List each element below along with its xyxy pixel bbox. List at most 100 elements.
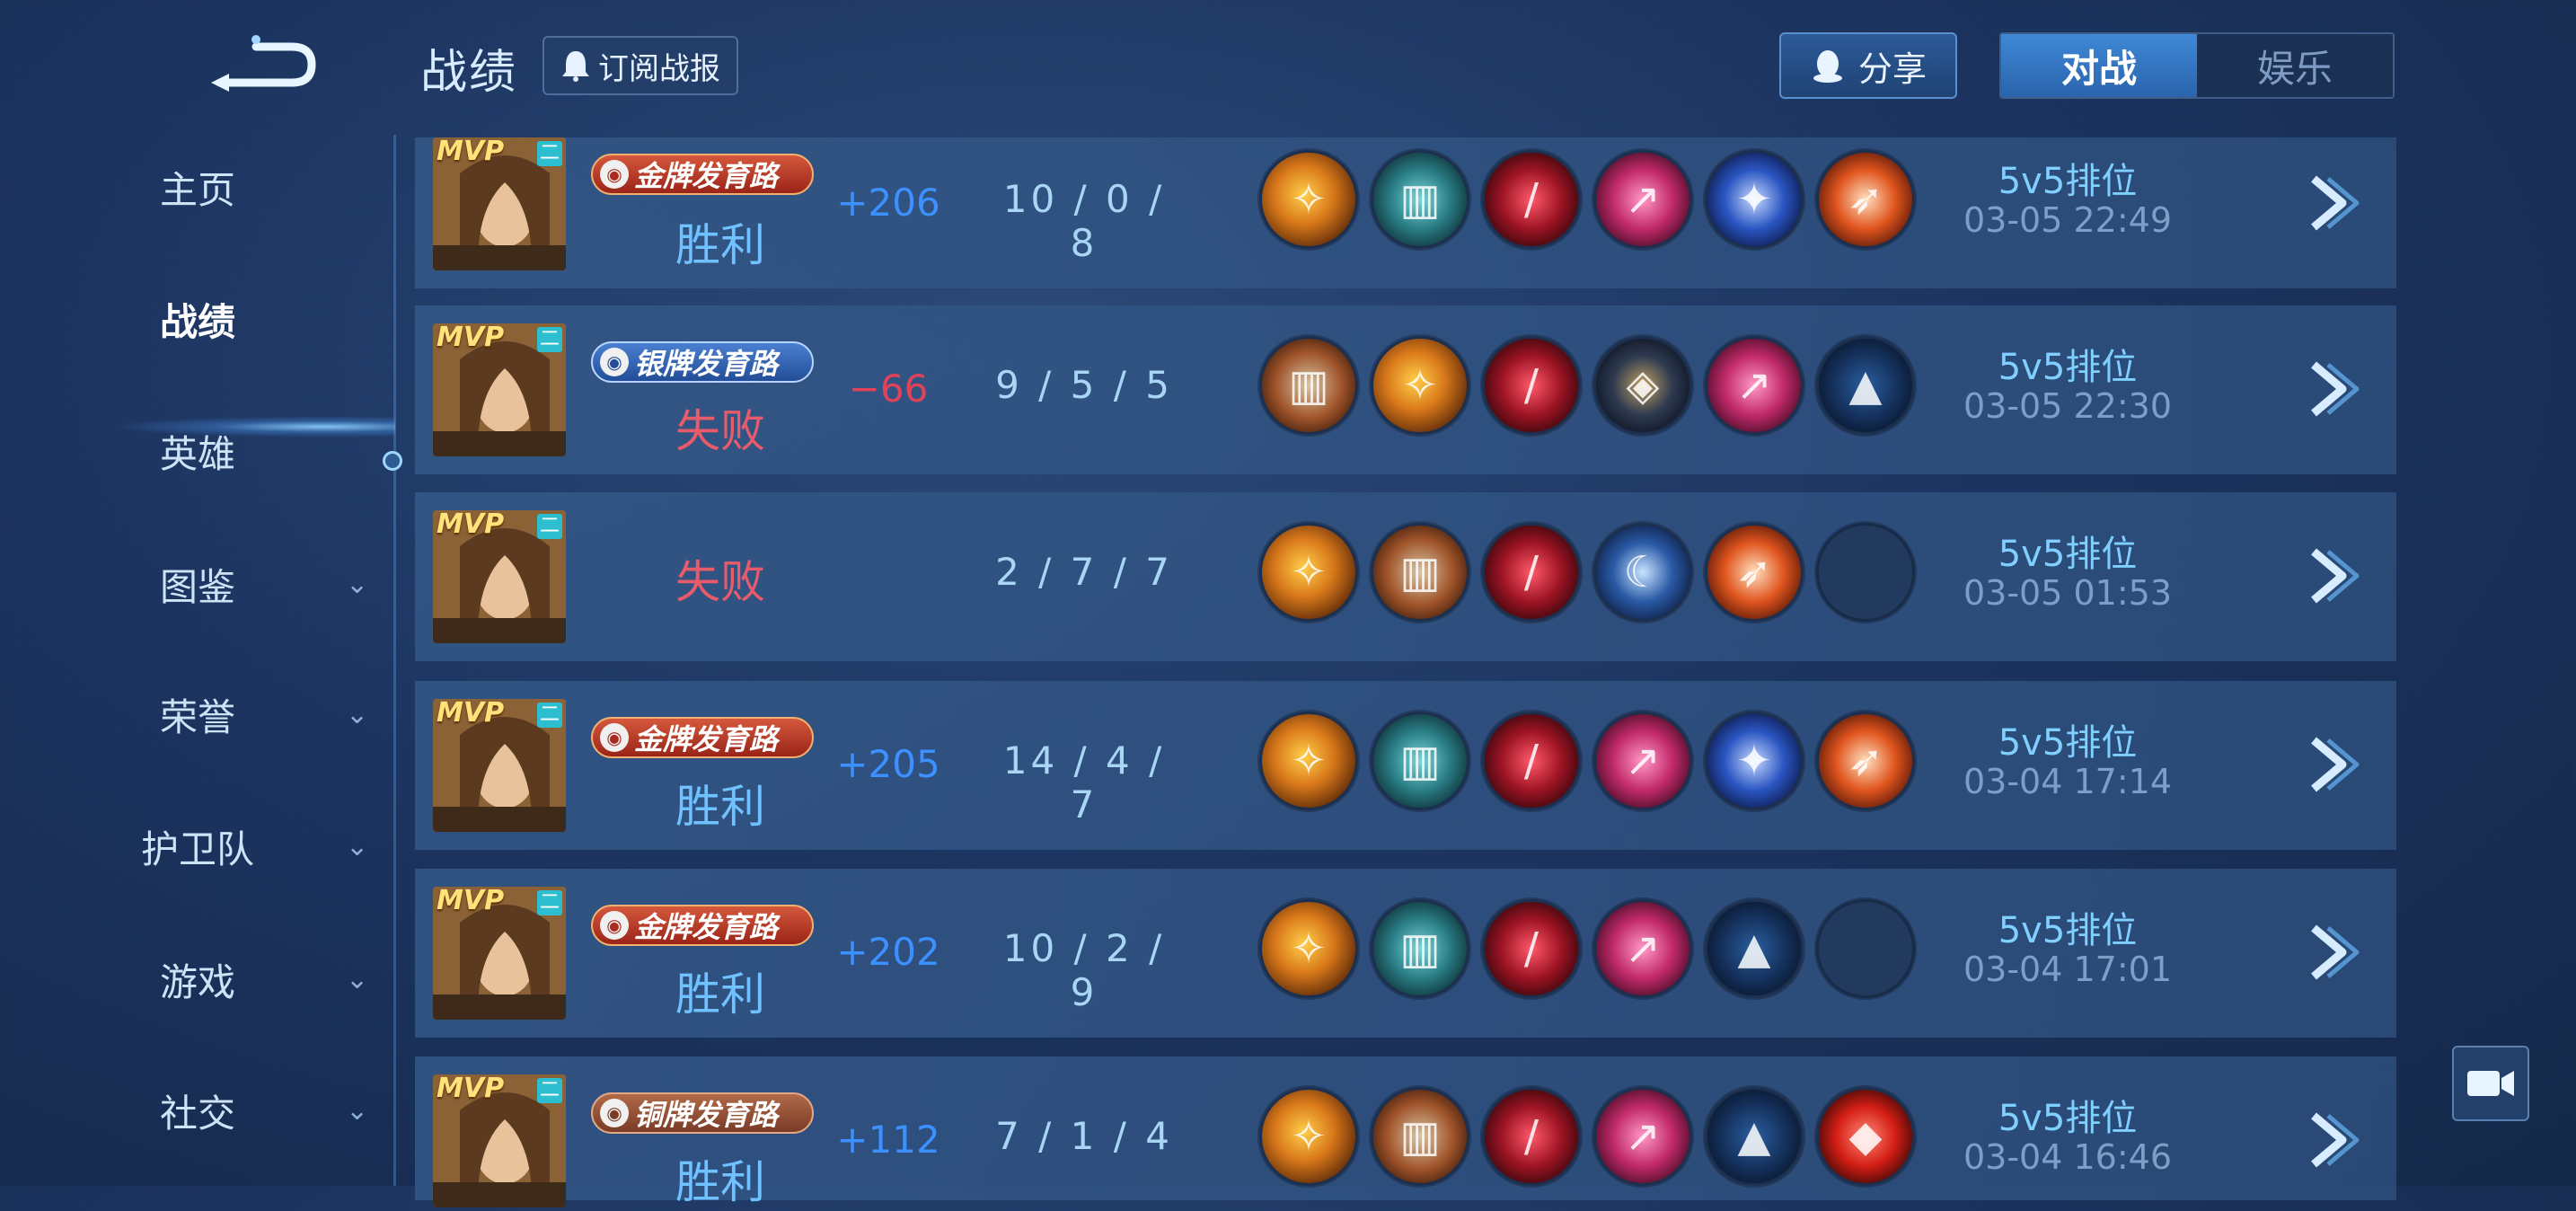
match-row[interactable]: MVP 二 ◉ 银牌发育路 失败 −66 9 / 5 / 5 ▥ ✧ ∕ ◈ ↗ ▲ 5v… [415, 305, 2396, 474]
blue-trident-equipment-icon[interactable]: ✦ [1705, 150, 1804, 249]
level-badge: 二 [537, 703, 562, 728]
boots-orange-equipment-icon[interactable]: ▥ [1259, 336, 1358, 435]
subscribe-report-button[interactable]: 订阅战报 [543, 36, 738, 95]
match-row[interactable]: MVP 二 ◉ 金牌发育路 胜利 +205 14 / 4 / 7 ✧ ▥ ∕ ↗ ✦ ➶ … [415, 681, 2396, 850]
title-badge: ◉ 银牌发育路 [591, 341, 814, 383]
green-cloak-equipment-icon[interactable]: ▲ [1705, 899, 1804, 998]
detail-arrow-button[interactable] [2301, 172, 2364, 234]
wing-equipment-icon[interactable]: ✧ [1371, 336, 1469, 435]
boots-orange-equipment-icon[interactable]: ▥ [1371, 523, 1469, 622]
mvp-label: MVP [437, 1074, 505, 1104]
empty-equipment-slot[interactable] [1816, 523, 1915, 622]
boots-orange-equipment-icon[interactable]: ▥ [1371, 1087, 1469, 1186]
back-arrow-icon [211, 35, 316, 92]
match-row[interactable]: MVP 二 ◉ 金牌发育路 胜利 +206 10 / 0 / 8 ✧ ▥ ∕ ↗ ✦ ➶ … [415, 137, 2396, 288]
pink-blade-equipment-icon[interactable]: ↗ [1593, 712, 1692, 810]
match-row[interactable]: MVP 二 ◉ 金牌发育路 胜利 +202 10 / 2 / 9 ✧ ▥ ∕ ↗ ▲ 5… [415, 869, 2396, 1038]
item-glyph-icon: ▥ [1399, 1111, 1441, 1162]
blue-trident-equipment-icon[interactable]: ✦ [1705, 712, 1804, 810]
equipment-list: ✧ ▥ ∕ ↗ ▲ [1259, 899, 1915, 998]
mode-tabs: 对战 娱乐 [1999, 32, 2395, 99]
title-badge: ◉ 铜牌发育路 [591, 1092, 814, 1134]
sidebar-item-home[interactable]: 主页 [0, 142, 395, 232]
match-time: 03-05 22:49 [1963, 200, 2172, 240]
kda: 9 / 5 / 5 [995, 363, 1173, 407]
dark-armor-equipment-icon[interactable]: ◈ [1593, 336, 1692, 435]
back-button[interactable] [202, 27, 319, 99]
boots-teal-equipment-icon[interactable]: ▥ [1371, 712, 1469, 810]
share-button[interactable]: 分享 [1779, 32, 1957, 99]
wing-equipment-icon[interactable]: ✧ [1259, 150, 1358, 249]
sidebar-item-gallery[interactable]: 图鉴 ⌄ [0, 539, 395, 629]
item-glyph-icon: ▥ [1399, 547, 1441, 597]
orange-spear-equipment-icon[interactable]: ➶ [1816, 150, 1915, 249]
match-time: 03-05 01:53 [1963, 573, 2172, 613]
green-cloak-equipment-icon[interactable]: ▲ [1816, 336, 1915, 435]
red-claw-equipment-icon[interactable]: ∕ [1482, 899, 1581, 998]
tab-entertainment[interactable]: 娱乐 [2197, 34, 2393, 97]
detail-arrow-button[interactable] [2301, 921, 2364, 984]
match-result: 胜利 [675, 1156, 765, 1208]
wing-equipment-icon[interactable]: ✧ [1259, 899, 1358, 998]
sidebar-item-games[interactable]: 游戏 ⌄ [0, 934, 395, 1024]
sidebar-item-heroes[interactable]: 英雄 [0, 406, 395, 496]
red-claw-equipment-icon[interactable]: ∕ [1482, 523, 1581, 622]
sidebar-item-guard[interactable]: 护卫队 ⌄ [0, 801, 395, 891]
chevron-right-icon [2311, 737, 2360, 792]
boots-teal-equipment-icon[interactable]: ▥ [1371, 150, 1469, 249]
sidebar-item-label: 主页 [159, 167, 235, 212]
pink-blade-equipment-icon[interactable]: ↗ [1593, 899, 1692, 998]
detail-arrow-button[interactable] [2301, 358, 2364, 420]
match-time: 03-04 17:01 [1963, 950, 2172, 989]
match-row[interactable]: MVP 二 ◉ 铜牌发育路 胜利 +112 7 / 1 / 4 ✧ ▥ ∕ ↗ ▲ ◆ 5… [415, 1056, 2396, 1208]
pink-blade-equipment-icon[interactable]: ↗ [1593, 150, 1692, 249]
detail-arrow-button[interactable] [2301, 1109, 2364, 1171]
kda: 7 / 1 / 4 [995, 1114, 1173, 1158]
green-cloak-equipment-icon[interactable]: ▲ [1705, 1087, 1804, 1186]
red-claw-equipment-icon[interactable]: ∕ [1482, 1087, 1581, 1186]
detail-arrow-button[interactable] [2301, 733, 2364, 796]
item-glyph-icon: ◆ [1848, 1111, 1883, 1162]
wing-equipment-icon[interactable]: ✧ [1259, 712, 1358, 810]
red-claw-equipment-icon[interactable]: ∕ [1482, 712, 1581, 810]
title-badge-label: 铜牌发育路 [634, 1098, 779, 1132]
level-badge: 二 [537, 1078, 562, 1103]
sidebar-item-social[interactable]: 社交 ⌄ [0, 1065, 395, 1155]
sidebar-item-honor[interactable]: 荣誉 ⌄ [0, 669, 395, 759]
game-mode: 5v5排位 [1998, 910, 2138, 951]
sidebar-item-label: 社交 [159, 1091, 235, 1136]
orange-spear-equipment-icon[interactable]: ➶ [1816, 712, 1915, 810]
match-row[interactable]: MVP 二 ◉ 失败 2 / 7 / 7 ✧▥∕☾➶ 5v5排位 03-05 0… [415, 492, 2396, 661]
blue-bow-equipment-icon[interactable]: ☾ [1593, 523, 1692, 622]
game-mode: 5v5排位 [1998, 161, 2138, 202]
sidebar-item-label: 护卫队 [140, 826, 254, 871]
sidebar-item-records[interactable]: 战绩 [0, 274, 395, 364]
item-glyph-icon: ◈ [1626, 360, 1660, 411]
sidebar-item-label: 荣誉 [159, 694, 235, 739]
detail-arrow-button[interactable] [2301, 544, 2364, 607]
item-glyph-icon: ✦ [1735, 174, 1773, 225]
kda: 2 / 7 / 7 [995, 550, 1173, 594]
pink-blade-equipment-icon[interactable]: ↗ [1593, 1087, 1692, 1186]
tab-battle[interactable]: 对战 [2001, 34, 2197, 97]
red-claw-equipment-icon[interactable]: ∕ [1482, 150, 1581, 249]
boots-teal-equipment-icon[interactable]: ▥ [1371, 899, 1469, 998]
mvp-label: MVP [437, 887, 505, 916]
red-gem-equipment-icon[interactable]: ◆ [1816, 1087, 1915, 1186]
item-glyph-icon: ➶ [1847, 736, 1884, 786]
wing-equipment-icon[interactable]: ✧ [1259, 1087, 1358, 1186]
record-video-button[interactable] [2452, 1046, 2529, 1121]
kda: 10 / 2 / 9 [1002, 926, 1166, 1014]
red-claw-equipment-icon[interactable]: ∕ [1482, 336, 1581, 435]
coin-icon: ◉ [600, 160, 629, 189]
match-result: 失败 [675, 405, 765, 457]
sidebar-item-label: 图鉴 [159, 564, 235, 609]
mvp-label: MVP [437, 137, 505, 167]
pink-blade-equipment-icon[interactable]: ↗ [1705, 336, 1804, 435]
chevron-down-icon: ⌄ [346, 568, 369, 600]
item-glyph-icon: ↗ [1735, 360, 1773, 411]
wing-equipment-icon[interactable]: ✧ [1259, 523, 1358, 622]
empty-equipment-slot[interactable] [1816, 899, 1915, 998]
orange-spear-equipment-icon[interactable]: ➶ [1705, 523, 1804, 622]
chevron-down-icon: ⌄ [346, 698, 369, 730]
